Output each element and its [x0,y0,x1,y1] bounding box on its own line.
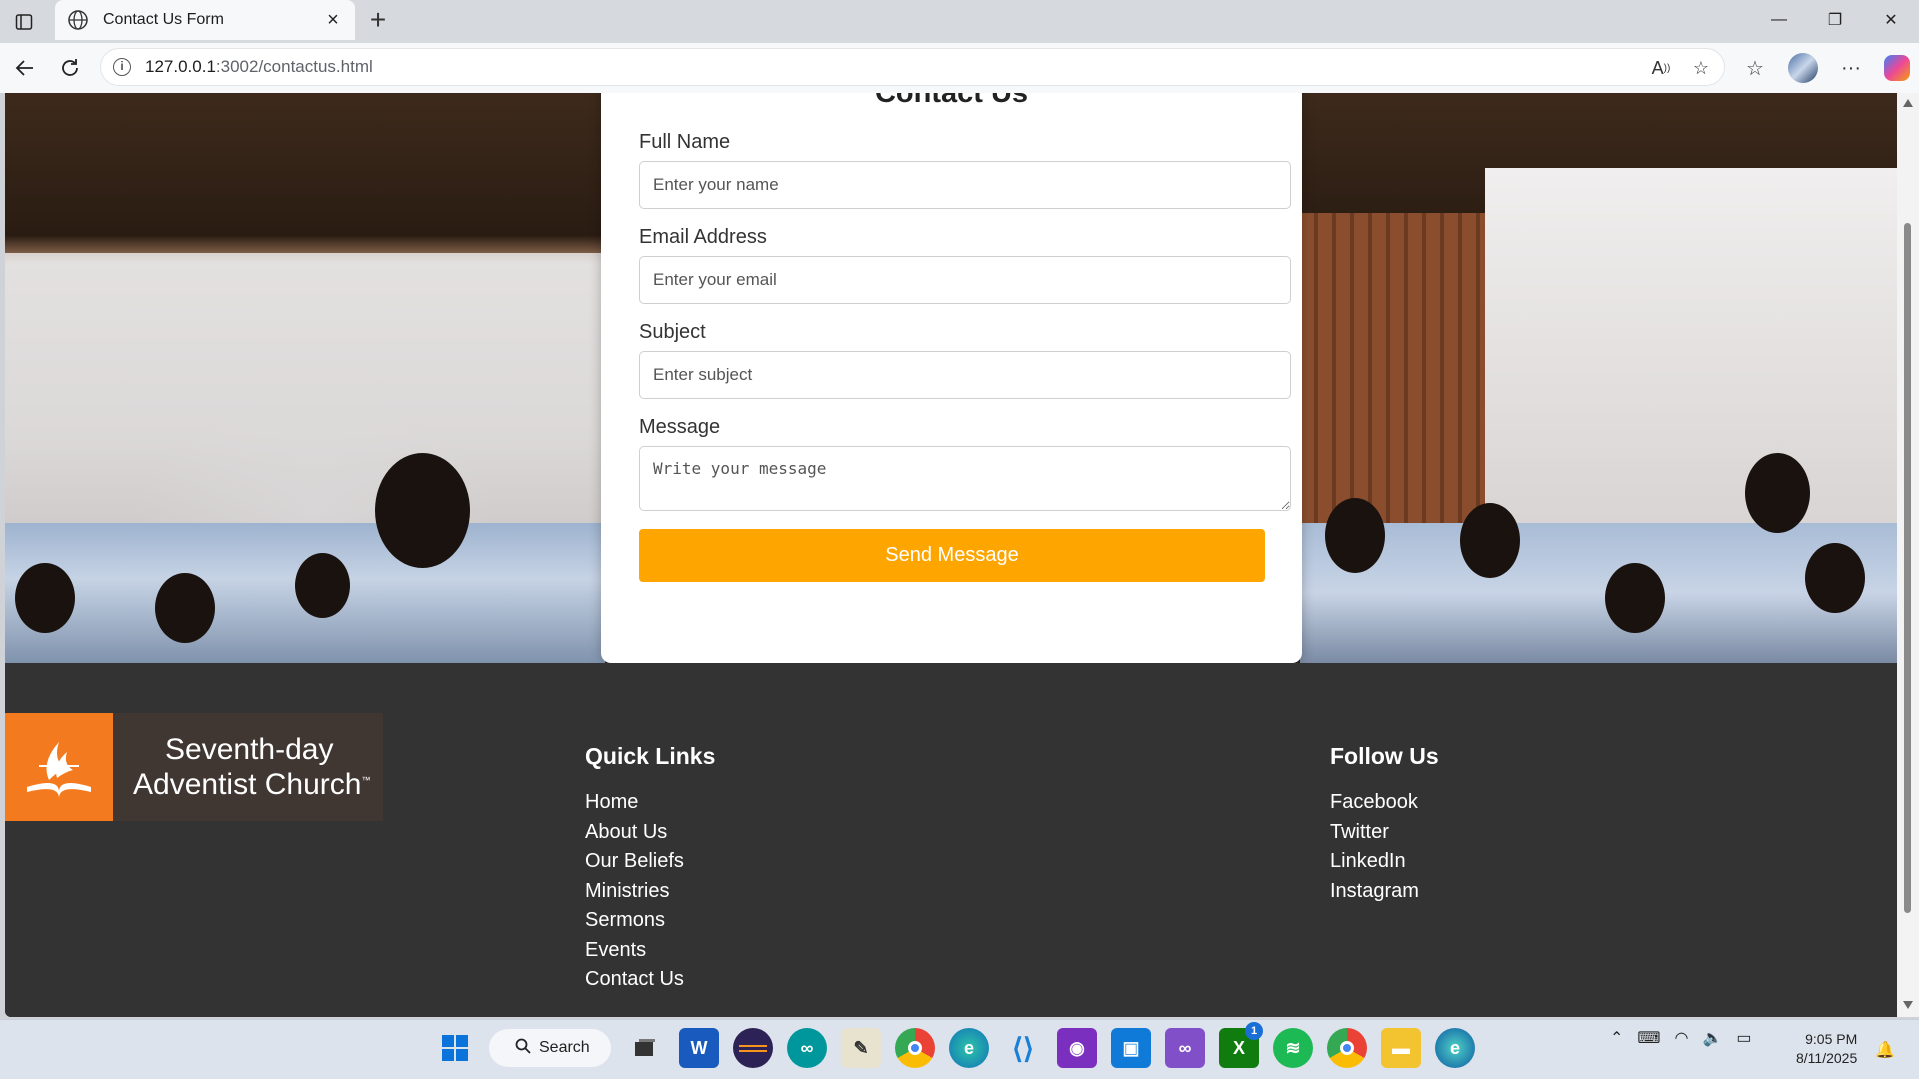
full-name-input[interactable] [639,161,1291,209]
quick-links-heading: Quick Links [585,743,716,769]
word-icon[interactable]: W [679,1028,719,1068]
close-window-icon[interactable]: ✕ [1863,0,1919,40]
vscode-icon[interactable]: ⟨⟩ [1003,1028,1043,1068]
chrome-profile-icon[interactable] [1327,1028,1367,1068]
favorite-star-icon[interactable]: ☆ [1688,55,1714,81]
sda-logo[interactable]: Seventh-day Adventist Church™ [5,713,383,821]
email-label: Email Address [639,226,767,248]
page-scrollbar[interactable] [1897,93,1919,1017]
browser-tab-bar: Contact Us Form × + — ❐ ✕ [0,0,1919,43]
volume-icon[interactable]: 🔈 [1702,1028,1722,1048]
footer-link-home[interactable]: Home [585,788,715,818]
windows-taskbar: Search W ∞ ✎ e ⟨⟩ ◉ ▣ ∞ X 1 ≋ ▬ e ⌃ ⌨ ◠ … [0,1019,1919,1079]
quick-links-column: Quick Links Home About Us Our Beliefs Mi… [585,743,715,995]
footer-link-contact[interactable]: Contact Us [585,965,715,995]
notification-badge: 1 [1245,1022,1263,1040]
contact-form-card: Contact Us Full Name Email Address Subje… [601,93,1302,663]
refresh-icon[interactable] [55,53,85,83]
globe-icon [67,9,89,31]
footer-link-sermons[interactable]: Sermons [585,906,715,936]
minimize-icon[interactable]: — [1751,0,1807,40]
notification-bell-icon[interactable]: 🔔 [1875,1040,1895,1060]
close-tab-icon[interactable]: × [323,10,343,30]
chevron-up-icon[interactable]: ⌃ [1610,1028,1623,1048]
eclipse-icon[interactable] [733,1028,773,1068]
site-info-icon[interactable]: i [113,58,131,76]
address-bar[interactable]: i 127.0.0.1:3002/contactus.html A)) ☆ [100,48,1725,86]
browser-tab[interactable]: Contact Us Form × [55,0,355,40]
system-tray: ⌃ ⌨ ◠ 🔈 ▭ [1610,1028,1752,1048]
follow-us-heading: Follow Us [1330,743,1439,769]
footer-link-ministries[interactable]: Ministries [585,877,715,907]
spotify-icon[interactable]: ≋ [1273,1028,1313,1068]
new-tab-icon[interactable]: + [364,6,392,35]
social-link-facebook[interactable]: Facebook [1330,788,1439,818]
subject-input[interactable] [639,351,1291,399]
window-controls: — ❐ ✕ [1751,0,1919,40]
tab-title: Contact Us Form [103,11,224,28]
url-text: 127.0.0.1:3002/contactus.html [145,57,373,76]
scroll-down-icon[interactable] [1903,1001,1913,1009]
subject-label: Subject [639,321,706,343]
windows-start-icon[interactable] [435,1028,475,1068]
favorites-icon[interactable]: ☆ [1740,53,1770,83]
social-link-twitter[interactable]: Twitter [1330,818,1439,848]
browser-toolbar: i 127.0.0.1:3002/contactus.html A)) ☆ ☆ … [0,43,1919,93]
clock[interactable]: 9:05 PM 8/11/2025 [1796,1030,1857,1068]
message-textarea[interactable] [639,446,1291,511]
clock-time: 9:05 PM [1805,1031,1858,1047]
keyboard-icon[interactable]: ⌨ [1637,1028,1660,1048]
search-icon [515,1038,531,1059]
social-link-instagram[interactable]: Instagram [1330,877,1439,907]
wifi-icon[interactable]: ◠ [1675,1028,1689,1048]
email-input[interactable] [639,256,1291,304]
chrome-icon[interactable] [895,1028,935,1068]
restore-icon[interactable]: ❐ [1807,0,1863,40]
arduino-icon[interactable]: ∞ [787,1028,827,1068]
xbox-icon[interactable]: X 1 [1219,1022,1263,1068]
windows-tool-icon[interactable]: ▣ [1111,1028,1151,1068]
footer-link-events[interactable]: Events [585,936,715,966]
visual-studio-icon[interactable]: ∞ [1165,1028,1205,1068]
sda-flame-bible-icon [5,713,113,821]
footer-link-about[interactable]: About Us [585,818,715,848]
message-label: Message [639,416,721,438]
scroll-up-icon[interactable] [1903,99,1913,107]
back-arrow-icon[interactable] [10,53,40,83]
edge-dev-icon[interactable]: e [949,1028,989,1068]
site-footer: Seventh-day Adventist Church™ Quick Link… [5,663,1897,1017]
read-aloud-icon[interactable]: A)) [1648,55,1674,81]
profile-avatar[interactable] [1788,53,1818,83]
sidebar-toggle-icon[interactable] [10,8,38,36]
footer-link-beliefs[interactable]: Our Beliefs [585,847,715,877]
page-viewport: Contact Us Full Name Email Address Subje… [5,93,1897,1017]
form-title: Contact Us [874,93,1029,109]
app-purple-icon[interactable]: ◉ [1057,1028,1097,1068]
follow-us-column: Follow Us Facebook Twitter LinkedIn Inst… [1330,743,1439,906]
copilot-icon[interactable] [1884,55,1910,81]
full-name-label: Full Name [639,131,731,153]
more-menu-icon[interactable]: ··· [1836,53,1866,83]
git-tool-icon[interactable]: ✎ [841,1028,881,1068]
send-message-button[interactable]: Send Message [639,529,1265,582]
scroll-thumb[interactable] [1904,223,1911,913]
taskbar-search[interactable]: Search [489,1029,611,1067]
file-explorer-icon[interactable]: ▬ [1381,1028,1421,1068]
battery-icon[interactable]: ▭ [1736,1028,1751,1048]
clock-date: 8/11/2025 [1796,1050,1858,1066]
edge-icon[interactable]: e [1435,1028,1475,1068]
task-view-icon[interactable] [625,1028,665,1068]
social-link-linkedin[interactable]: LinkedIn [1330,847,1439,877]
